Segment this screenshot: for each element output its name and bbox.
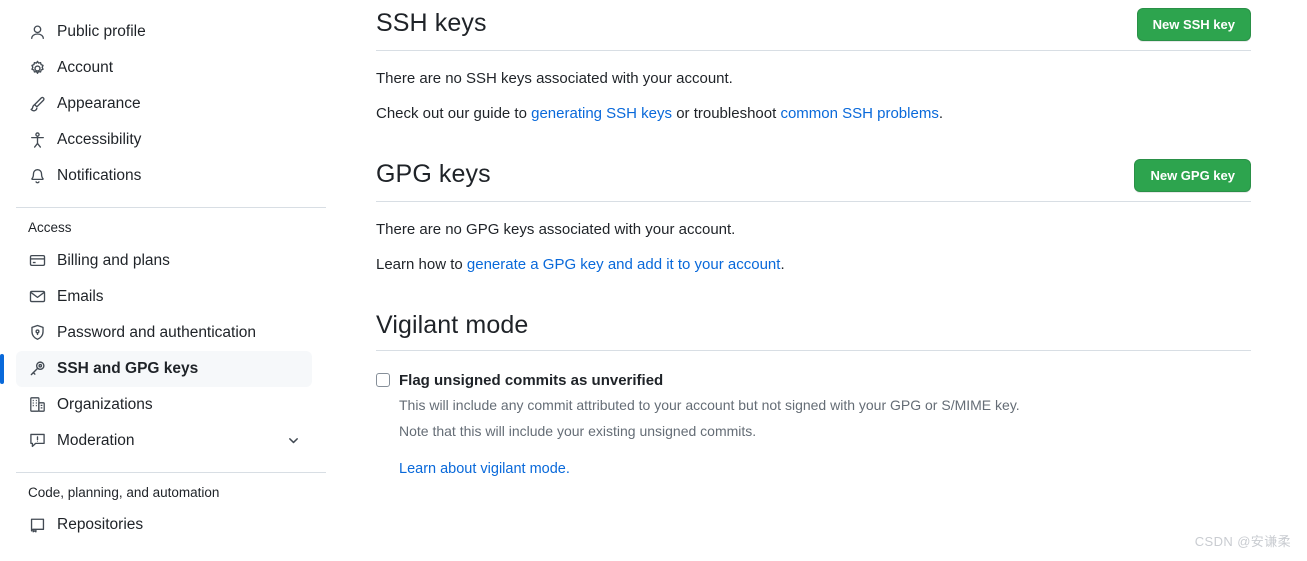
sidebar-item-moderation[interactable]: Moderation bbox=[16, 423, 312, 459]
credit-card-icon bbox=[28, 252, 46, 270]
sidebar-divider-1 bbox=[16, 207, 326, 208]
sidebar-item-label: Public profile bbox=[57, 23, 146, 41]
new-ssh-key-button[interactable]: New SSH key bbox=[1136, 8, 1251, 41]
repo-icon bbox=[28, 516, 46, 534]
page-title: SSH keys bbox=[376, 9, 487, 37]
gpg-help-prefix: Learn how to bbox=[376, 255, 467, 273]
generate-gpg-key-link[interactable]: generate a GPG key and add it to your ac… bbox=[467, 256, 781, 273]
ssh-keys-section: SSH keys New SSH key There are no SSH ke… bbox=[376, 8, 1251, 125]
settings-sidebar: Public profile Account Appearance Access… bbox=[0, 0, 330, 561]
vigilant-note-line-1: This will include any commit attributed … bbox=[399, 397, 1020, 414]
sidebar-item-billing-and-plans[interactable]: Billing and plans bbox=[16, 243, 312, 279]
sidebar-item-label: Appearance bbox=[57, 95, 141, 113]
mail-icon bbox=[28, 288, 46, 306]
new-gpg-key-button[interactable]: New GPG key bbox=[1134, 159, 1251, 192]
sidebar-divider-2 bbox=[16, 471, 326, 473]
sidebar-item-organizations[interactable]: Organizations bbox=[16, 387, 312, 423]
sidebar-item-repositories[interactable]: Repositories bbox=[16, 507, 312, 543]
gpg-help-text: Learn how to generate a GPG key and add … bbox=[376, 254, 1251, 277]
vigilant-note-line-2: Note that this will include your existin… bbox=[399, 422, 757, 439]
ssh-keys-header: SSH keys New SSH key bbox=[376, 8, 1251, 51]
settings-main-content: SSH keys New SSH key There are no SSH ke… bbox=[330, 0, 1307, 561]
flag-unsigned-commits-row: Flag unsigned commits as unverified bbox=[376, 370, 1251, 391]
sidebar-item-appearance[interactable]: Appearance bbox=[16, 86, 312, 122]
sidebar-item-public-profile[interactable]: Public profile bbox=[16, 14, 312, 50]
gpg-keys-section: GPG keys New GPG key There are no GPG ke… bbox=[376, 159, 1251, 276]
sidebar-group-access: Access Billing and plans Emails Password… bbox=[0, 221, 330, 459]
settings-page: Public profile Account Appearance Access… bbox=[0, 0, 1307, 561]
ssh-keys-body: There are no SSH keys associated with yo… bbox=[376, 51, 1251, 125]
common-ssh-problems-link[interactable]: common SSH problems bbox=[780, 105, 938, 122]
ssh-help-suffix: . bbox=[938, 104, 943, 122]
report-icon bbox=[28, 432, 46, 450]
sidebar-item-emails[interactable]: Emails bbox=[16, 279, 312, 315]
sidebar-item-account[interactable]: Account bbox=[16, 50, 312, 86]
sidebar-item-password-and-authentication[interactable]: Password and authentication bbox=[16, 315, 312, 351]
accessibility-icon bbox=[28, 131, 46, 149]
sidebar-item-label: Account bbox=[57, 59, 114, 77]
ssh-help-prefix: Check out our guide to bbox=[376, 104, 532, 122]
sidebar-item-label: Emails bbox=[57, 287, 104, 305]
ssh-help-middle: or troubleshoot bbox=[672, 104, 781, 122]
vigilant-mode-title: Vigilant mode bbox=[376, 311, 529, 339]
sidebar-item-label: Repositories bbox=[57, 516, 144, 534]
ssh-help-text: Check out our guide to generating SSH ke… bbox=[376, 103, 1251, 126]
sidebar-group-code: Code, planning, and automation Repositor… bbox=[0, 484, 330, 544]
gpg-keys-title: GPG keys bbox=[376, 160, 491, 188]
gpg-help-suffix: . bbox=[780, 255, 785, 273]
gpg-keys-body: There are no GPG keys associated with yo… bbox=[376, 202, 1251, 276]
gpg-keys-header: GPG keys New GPG key bbox=[376, 159, 1251, 202]
sidebar-item-label: Password and authentication bbox=[57, 323, 257, 341]
bell-icon bbox=[28, 167, 46, 185]
sidebar-item-ssh-and-gpg-keys[interactable]: SSH and GPG keys bbox=[0, 350, 312, 387]
vigilant-mode-section: Vigilant mode Flag unsigned commits as u… bbox=[376, 310, 1251, 477]
paintbrush-icon bbox=[28, 95, 46, 113]
vigilant-learn-wrap: Learn about vigilant mode. bbox=[399, 461, 1251, 477]
flag-unsigned-commits-label[interactable]: Flag unsigned commits as unverified bbox=[399, 370, 663, 391]
ssh-empty-text: There are no SSH keys associated with yo… bbox=[376, 70, 733, 87]
vigilant-mode-body: Flag unsigned commits as unverified This… bbox=[376, 351, 1251, 477]
vigilant-mode-header: Vigilant mode bbox=[376, 310, 1251, 352]
sidebar-item-label: Moderation bbox=[57, 431, 135, 449]
sidebar-item-label: Billing and plans bbox=[57, 251, 170, 269]
sidebar-heading-code: Code, planning, and automation bbox=[28, 484, 220, 500]
sidebar-item-label: Accessibility bbox=[57, 131, 142, 149]
chevron-down-icon[interactable] bbox=[286, 434, 300, 448]
csdn-watermark: CSDN @安谦柔 bbox=[1194, 534, 1291, 549]
sidebar-item-label: Organizations bbox=[57, 395, 153, 413]
gear-icon bbox=[28, 59, 46, 77]
person-icon bbox=[28, 23, 46, 41]
sidebar-item-label: Notifications bbox=[57, 167, 142, 185]
flag-unsigned-commits-checkbox[interactable] bbox=[376, 373, 390, 388]
generating-ssh-keys-link[interactable]: generating SSH keys bbox=[531, 105, 672, 122]
key-icon bbox=[28, 360, 46, 378]
sidebar-group-personal: Public profile Account Appearance Access… bbox=[0, 14, 330, 194]
sidebar-heading-access: Access bbox=[28, 220, 72, 235]
sidebar-item-accessibility[interactable]: Accessibility bbox=[16, 122, 312, 158]
gpg-empty-text: There are no GPG keys associated with yo… bbox=[376, 221, 736, 238]
learn-about-vigilant-mode-link[interactable]: Learn about vigilant mode. bbox=[399, 461, 570, 477]
sidebar-item-notifications[interactable]: Notifications bbox=[16, 158, 312, 194]
sidebar-item-label: SSH and GPG keys bbox=[57, 359, 199, 377]
organization-icon bbox=[28, 396, 46, 414]
shield-lock-icon bbox=[28, 324, 46, 342]
